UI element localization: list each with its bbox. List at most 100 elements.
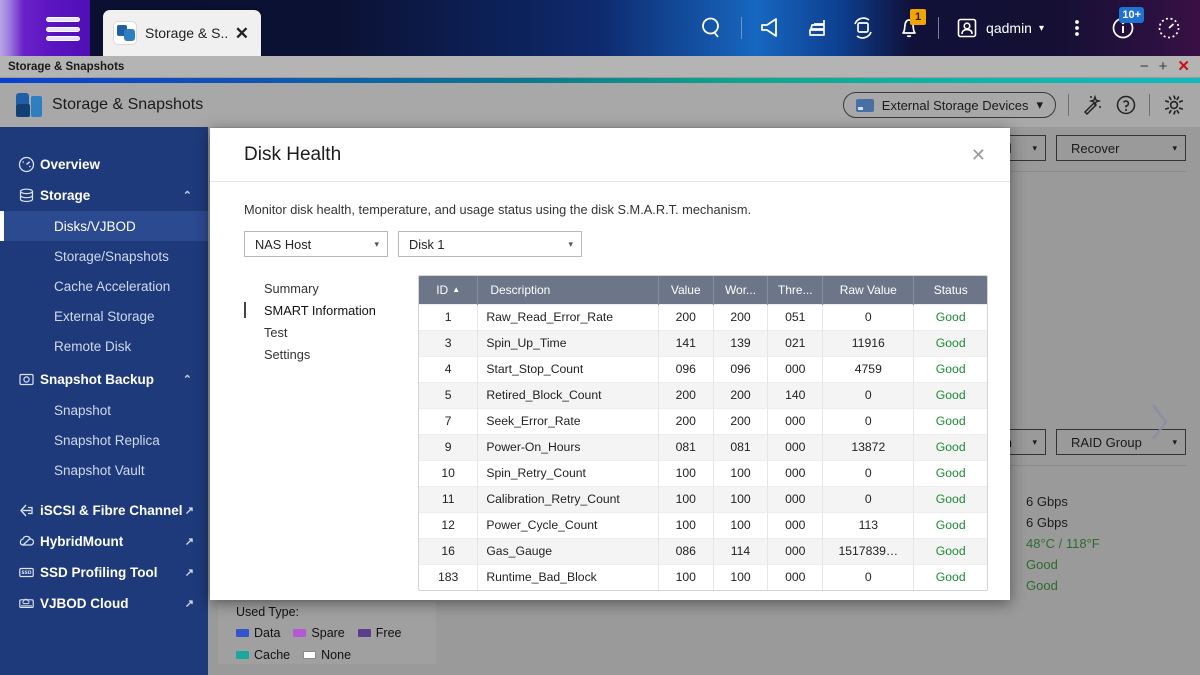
table-row[interactable]: 5Retired_Block_Count2002001400Good (419, 382, 987, 408)
chevron-up-icon[interactable]: ⌃ (183, 373, 208, 386)
info-icon[interactable]: 10+ (1100, 0, 1146, 56)
chevron-up-icon[interactable]: ⌃ (183, 189, 208, 202)
gear-icon[interactable] (1162, 93, 1186, 117)
user-menu[interactable]: qadmin ▾ (945, 16, 1054, 40)
help-circle-icon[interactable] (1115, 94, 1137, 116)
table-header-row: ID ▲ Description Value Wor... (419, 276, 987, 304)
column-header-worst[interactable]: Wor... (713, 276, 768, 304)
sidebar-item-hybridmount[interactable]: HybridMount ↗ (0, 526, 208, 557)
app-header: Storage & Snapshots External Storage Dev… (0, 83, 1200, 127)
dialog-nav-smart-information[interactable]: SMART Information (244, 299, 396, 321)
sidebar-item-snapshot-vault[interactable]: Snapshot Vault (0, 455, 208, 485)
column-header-raw-value[interactable]: Raw Value (823, 276, 914, 304)
sidebar-item-snapshot-replica[interactable]: Snapshot Replica (0, 425, 208, 455)
sort-asc-icon: ▲ (452, 285, 460, 294)
cell-worst: 139 (713, 330, 768, 356)
dialog-main: Summary SMART Information Test Settings (244, 275, 988, 591)
cell-value: 100 (658, 486, 713, 512)
sidebar-item-cache-acceleration[interactable]: Cache Acceleration (0, 271, 208, 301)
cell-id: 12 (419, 512, 478, 538)
maximize-button[interactable]: + (1159, 59, 1168, 74)
table-row[interactable]: 183Runtime_Bad_Block1001000000Good (419, 564, 987, 590)
dialog-body: Monitor disk health, temperature, and us… (210, 182, 1010, 591)
legend-item-spare: Spare (293, 626, 344, 640)
table-row[interactable]: 9Power-On_Hours08108100013872Good (419, 434, 987, 460)
cell-id: 9 (419, 434, 478, 460)
cell-value: 200 (658, 382, 713, 408)
app-tab-storage-snapshots[interactable]: Storage & S... ✕ (103, 10, 261, 56)
announcement-icon[interactable] (748, 0, 794, 56)
legend-swatch (236, 651, 249, 659)
column-header-value[interactable]: Value (658, 276, 713, 304)
dashboard-gauge-icon[interactable] (1146, 0, 1192, 56)
close-window-button[interactable]: ✕ (1177, 59, 1190, 74)
sidebar-item-storage[interactable]: Storage ⌃ (0, 180, 208, 211)
chevron-right-icon[interactable] (1146, 399, 1172, 445)
sidebar: Overview Storage ⌃ Disks/VJBOD Storage/S… (0, 127, 208, 675)
legend-swatch (236, 629, 249, 637)
cell-worst: 096 (713, 356, 768, 382)
table-row[interactable]: 10Spin_Retry_Count1001000000Good (419, 460, 987, 486)
table-row[interactable]: 7Seek_Error_Rate2002000000Good (419, 408, 987, 434)
sidebar-item-remote-disk[interactable]: Remote Disk (0, 331, 208, 361)
sidebar-item-overview[interactable]: Overview (0, 149, 208, 180)
legend-label: Data (254, 626, 280, 640)
cell-status: Good (914, 382, 987, 408)
table-row[interactable]: 11Calibration_Retry_Count1001000000Good (419, 486, 987, 512)
recover-button[interactable]: Recover ▾ (1056, 135, 1186, 161)
table-row[interactable]: 12Power_Cycle_Count100100000113Good (419, 512, 987, 538)
table-row[interactable]: 1Raw_Read_Error_Rate2002000510Good (419, 304, 987, 330)
column-label: Raw Value (840, 283, 897, 297)
cell-raw-value: 0 (823, 382, 914, 408)
legend-title: Used Type: (218, 602, 436, 622)
cell-description: Seek_Error_Rate (478, 408, 659, 434)
main-menu-button[interactable] (46, 17, 80, 41)
app-header-actions: External Storage Devices ▾ (843, 92, 1186, 118)
column-header-description[interactable]: Description (478, 276, 659, 304)
dialog-nav-summary[interactable]: Summary (244, 277, 396, 299)
sidebar-item-external-storage[interactable]: External Storage (0, 301, 208, 331)
host-select[interactable]: NAS Host ▾ (244, 231, 388, 257)
table-row[interactable]: 4Start_Stop_Count0960960004759Good (419, 356, 987, 382)
sidebar-item-snapshot-backup[interactable]: Snapshot Backup ⌃ (0, 364, 208, 395)
more-options-icon[interactable] (1054, 0, 1100, 56)
chevron-down-icon: ▾ (1172, 437, 1177, 448)
divider (938, 17, 939, 39)
gauge-icon (18, 156, 40, 173)
sidebar-item-ssd-profiling-tool[interactable]: SSD SSD Profiling Tool ↗ (0, 557, 208, 588)
column-header-id[interactable]: ID ▲ (419, 276, 478, 304)
table-row[interactable]: 3Spin_Up_Time14113902111916Good (419, 330, 987, 356)
column-header-status[interactable]: Status (914, 276, 987, 304)
sidebar-subgroup-storage: Disks/VJBOD (0, 211, 208, 241)
column-header-threshold[interactable]: Thre... (768, 276, 823, 304)
app-window: Storage & S... ✕ 1 qad (0, 0, 1200, 675)
close-icon[interactable]: ✕ (965, 142, 992, 168)
search-icon[interactable] (689, 0, 735, 56)
dialog-nav-settings[interactable]: Settings (244, 343, 396, 365)
dialog-nav-test[interactable]: Test (244, 321, 396, 343)
resource-monitor-icon[interactable] (794, 0, 840, 56)
sidebar-item-storage-snapshots[interactable]: Storage/Snapshots (0, 241, 208, 271)
sidebar-item-vjbod-cloud[interactable]: VJBOD Cloud ↗ (0, 588, 208, 619)
chevron-down-icon: ▾ (1032, 143, 1037, 154)
column-label: ID (436, 283, 448, 297)
magic-wand-icon[interactable] (1081, 94, 1103, 116)
close-icon[interactable]: ✕ (235, 25, 251, 42)
cell-status: Good (914, 330, 987, 356)
window-title-bar: Storage & Snapshots − + ✕ (0, 56, 1200, 78)
external-storage-devices-button[interactable]: External Storage Devices ▾ (843, 92, 1056, 118)
sidebar-item-label: Disks/VJBOD (54, 219, 136, 234)
sidebar-item-iscsi-fibre-channel[interactable]: iSCSI & Fibre Channel ↗ (0, 495, 208, 526)
sidebar-item-label: Remote Disk (54, 339, 131, 354)
minimize-button[interactable]: − (1140, 59, 1149, 74)
sidebar-item-disks-vjbod[interactable]: Disks/VJBOD (0, 211, 208, 241)
cell-value: 100 (658, 564, 713, 590)
legend-item-data: Data (236, 626, 280, 640)
info-count-badge: 10+ (1119, 7, 1144, 23)
sidebar-item-snapshot[interactable]: Snapshot (0, 395, 208, 425)
cell-raw-value: 113 (823, 512, 914, 538)
backup-sync-icon[interactable] (840, 0, 886, 56)
table-row[interactable]: 16Gas_Gauge0861140001517839…Good (419, 538, 987, 564)
notification-bell-icon[interactable]: 1 (886, 0, 932, 56)
disk-select[interactable]: Disk 1 ▾ (398, 231, 582, 257)
